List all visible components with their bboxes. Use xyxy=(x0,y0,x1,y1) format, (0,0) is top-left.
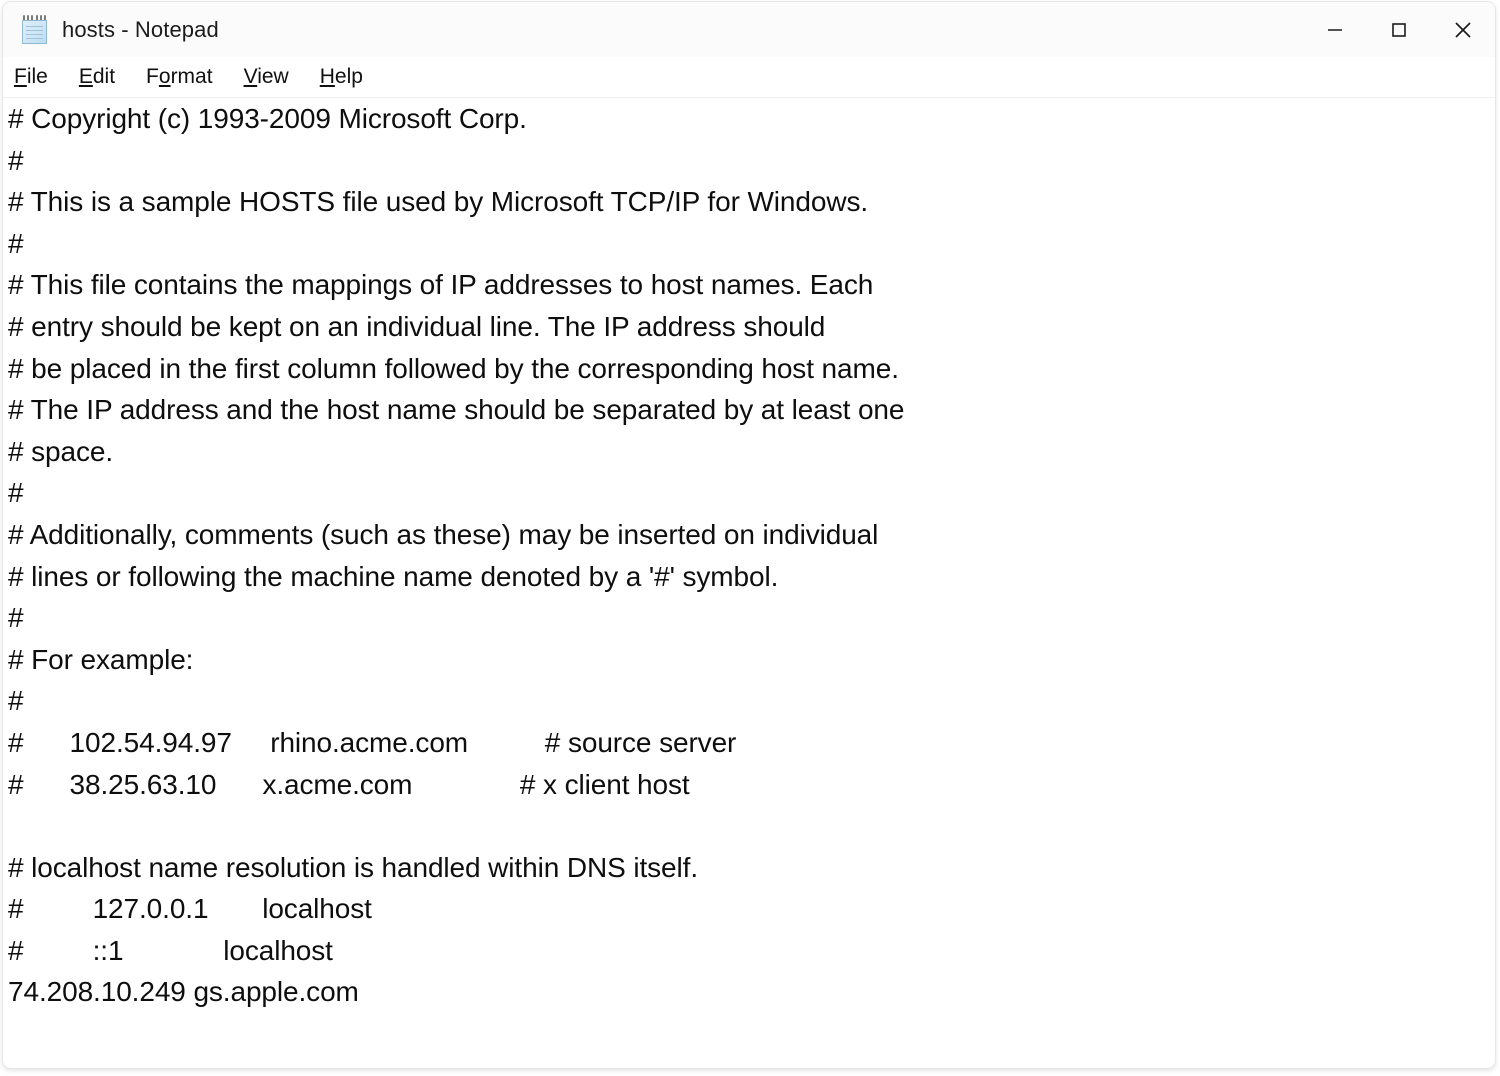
title-bar[interactable]: hosts - Notepad xyxy=(3,2,1495,57)
menu-format-pre: F xyxy=(146,65,159,88)
menu-item-file[interactable]: File xyxy=(14,63,62,91)
menu-format-accel: o xyxy=(158,65,171,88)
menu-help-post: elp xyxy=(334,65,363,88)
editor-line: # xyxy=(8,144,24,176)
editor-line: # This file contains the mappings of IP … xyxy=(8,269,874,301)
minimize-icon xyxy=(1328,28,1342,31)
menu-view-post: iew xyxy=(257,65,289,88)
editor-line: # Additionally, comments (such as these)… xyxy=(8,518,879,550)
editor-line: # 38.25.63.10 x.acme.com # x client host xyxy=(8,768,690,800)
menu-format-post: rmat xyxy=(170,65,213,88)
editor-line: # ::1 localhost xyxy=(8,934,333,966)
minimize-button[interactable] xyxy=(1303,2,1367,57)
menu-edit-accel: E xyxy=(78,65,93,88)
menu-item-help[interactable]: Help xyxy=(320,63,377,91)
maximize-button[interactable] xyxy=(1367,2,1431,57)
editor-line: # xyxy=(8,602,24,634)
editor-line: # localhost name resolution is handled w… xyxy=(8,851,698,883)
menu-view-accel: V xyxy=(243,65,258,88)
notepad-window: hosts - Notepad File Edit Format View He… xyxy=(2,1,1496,1069)
editor-line: # xyxy=(8,685,24,717)
editor-line: # This is a sample HOSTS file used by Mi… xyxy=(8,186,869,218)
menu-file-accel: F xyxy=(14,65,27,88)
window-controls xyxy=(1303,2,1495,57)
editor-line: # lines or following the machine name de… xyxy=(8,560,779,592)
menu-help-accel: H xyxy=(319,65,335,88)
editor-line: # xyxy=(8,477,24,509)
editor-line: # For example: xyxy=(8,643,194,675)
notepad-icon xyxy=(21,14,49,45)
editor-line: # entry should be kept on an individual … xyxy=(8,310,826,342)
editor-line: # The IP address and the host name shoul… xyxy=(8,394,905,426)
editor-line: # 102.54.94.97 rhino.acme.com # source s… xyxy=(8,726,737,758)
menu-edit-post: dit xyxy=(92,65,116,88)
maximize-icon xyxy=(1392,22,1406,37)
editor-line: # 127.0.0.1 localhost xyxy=(8,893,372,925)
notepad-icon-lines xyxy=(26,25,43,40)
title-bar-left: hosts - Notepad xyxy=(3,14,219,45)
editor-line: # Copyright (c) 1993-2009 Microsoft Corp… xyxy=(8,103,527,134)
editor-line: # xyxy=(8,227,24,259)
close-button[interactable] xyxy=(1431,2,1495,57)
window-title: hosts - Notepad xyxy=(62,16,219,42)
menu-item-view[interactable]: View xyxy=(244,63,303,91)
editor-line: # be placed in the first column followed… xyxy=(8,352,899,384)
menu-item-edit[interactable]: Edit xyxy=(79,63,129,91)
menu-bar: File Edit Format View Help xyxy=(3,57,1495,98)
editor-line: 74.208.10.249 gs.apple.com xyxy=(8,976,359,1008)
editor-line: # space. xyxy=(8,435,114,467)
close-icon xyxy=(1455,21,1471,38)
menu-item-format[interactable]: Format xyxy=(146,63,227,91)
text-editor-area[interactable]: # Copyright (c) 1993-2009 Microsoft Corp… xyxy=(3,98,1495,1068)
menu-file-post: ile xyxy=(26,65,48,88)
